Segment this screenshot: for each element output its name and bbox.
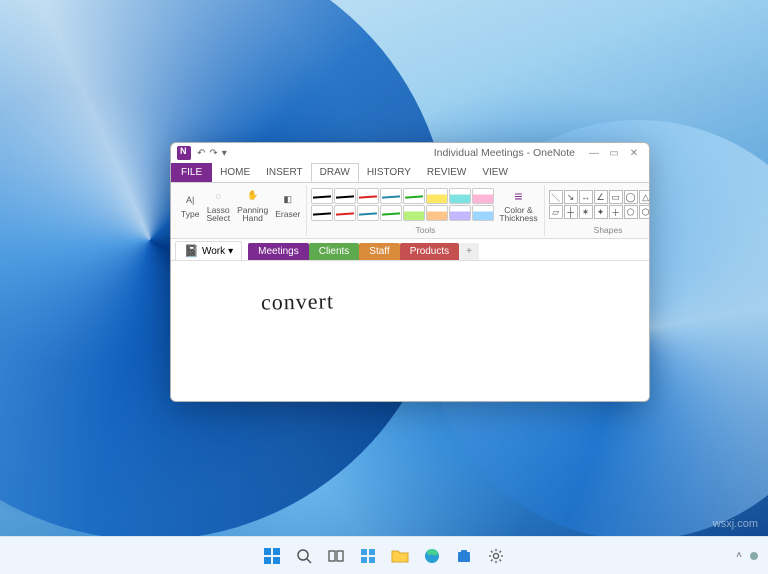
shape-para[interactable]: ▱ bbox=[549, 205, 563, 219]
shapes-label: Shapes bbox=[594, 224, 623, 236]
add-section-button[interactable]: + bbox=[459, 243, 479, 260]
shape-axes2[interactable]: ┼ bbox=[564, 205, 578, 219]
pen-green[interactable] bbox=[403, 188, 425, 204]
shape-rect[interactable]: ▭ bbox=[609, 190, 623, 204]
shape-angle[interactable]: ∠ bbox=[594, 190, 608, 204]
onenote-window: ↶ ↷ ▾ Individual Meetings - OneNote — ▭ … bbox=[170, 142, 650, 402]
note-page[interactable]: convert bbox=[171, 261, 649, 401]
tab-draw[interactable]: DRAW bbox=[311, 163, 359, 182]
tab-insert[interactable]: INSERT bbox=[258, 163, 311, 182]
shape-biarrow[interactable]: ↔ bbox=[579, 190, 593, 204]
system-tray[interactable]: ˄ bbox=[736, 550, 758, 561]
ribbon-tabs: FILE HOME INSERT DRAW HISTORY REVIEW VIE… bbox=[171, 163, 649, 183]
section-tab-meetings[interactable]: Meetings bbox=[248, 243, 309, 260]
highlighter-pink[interactable] bbox=[472, 188, 494, 204]
shape-penta[interactable]: ⬠ bbox=[624, 205, 638, 219]
lasso-icon: ◌ bbox=[209, 187, 227, 205]
search-icon[interactable] bbox=[291, 543, 317, 569]
lasso-select-button[interactable]: ◌ Lasso Select bbox=[204, 186, 232, 224]
store-icon[interactable] bbox=[451, 543, 477, 569]
shape-axes3[interactable]: ✶ bbox=[579, 205, 593, 219]
taskview-icon[interactable] bbox=[323, 543, 349, 569]
file-explorer-icon[interactable] bbox=[387, 543, 413, 569]
settings-icon[interactable] bbox=[483, 543, 509, 569]
pen-blue[interactable] bbox=[380, 188, 402, 204]
pen-black-thick[interactable] bbox=[311, 205, 333, 221]
qat-more-icon[interactable]: ▾ bbox=[222, 148, 227, 159]
tools-label: Tools bbox=[416, 224, 436, 236]
pen-gallery[interactable] bbox=[311, 188, 494, 221]
shape-hex[interactable]: ⬡ bbox=[639, 205, 650, 219]
section-tab-clients[interactable]: Clients bbox=[309, 243, 360, 260]
start-button[interactable] bbox=[259, 543, 285, 569]
notebook-icon: 📓 bbox=[184, 244, 199, 258]
pen-red-thick[interactable] bbox=[334, 205, 356, 221]
shape-arrow[interactable]: ↘ bbox=[564, 190, 578, 204]
pen-green-thick[interactable] bbox=[380, 205, 402, 221]
highlighter-green[interactable] bbox=[403, 205, 425, 221]
notebook-name: Work bbox=[202, 246, 225, 257]
type-icon: A| bbox=[181, 191, 199, 209]
pen-red[interactable] bbox=[357, 188, 379, 204]
watermark: wsxj.com bbox=[713, 518, 758, 530]
shapes-gallery[interactable]: ＼ ↘ ↔ ∠ ▭ ◯ △ ◇ ▱ ┼ ✶ ✦ ＋ ⬠ ⬡ ▾ bbox=[549, 190, 650, 219]
section-tabs: 📓 Work ▾ Meetings Clients Staff Products… bbox=[171, 239, 649, 261]
pen-black-thin[interactable] bbox=[311, 188, 333, 204]
undo-icon[interactable]: ↶ bbox=[197, 148, 205, 159]
pen-black-med[interactable] bbox=[334, 188, 356, 204]
shape-plus[interactable]: ＋ bbox=[609, 205, 623, 219]
section-tab-staff[interactable]: Staff bbox=[359, 243, 399, 260]
shape-tri[interactable]: △ bbox=[639, 190, 650, 204]
taskbar[interactable]: ˄ bbox=[0, 536, 768, 574]
highlighter-blue[interactable] bbox=[472, 205, 494, 221]
hand-icon: ✋ bbox=[244, 187, 262, 205]
tab-history[interactable]: HISTORY bbox=[359, 163, 419, 182]
highlighter-cyan[interactable] bbox=[449, 188, 471, 204]
tab-review[interactable]: REVIEW bbox=[419, 163, 474, 182]
tray-chevron-icon[interactable]: ˄ bbox=[736, 550, 742, 561]
ink-text[interactable]: convert bbox=[261, 288, 334, 315]
type-button[interactable]: A| Type bbox=[179, 190, 201, 220]
eraser-button[interactable]: ◧ Eraser bbox=[273, 190, 302, 220]
section-tab-products[interactable]: Products bbox=[400, 243, 459, 260]
notebook-picker[interactable]: 📓 Work ▾ bbox=[175, 241, 242, 260]
shape-oval[interactable]: ◯ bbox=[624, 190, 638, 204]
tab-file[interactable]: FILE bbox=[171, 163, 212, 182]
tab-home[interactable]: HOME bbox=[212, 163, 258, 182]
titlebar[interactable]: ↶ ↷ ▾ Individual Meetings - OneNote — ▭ … bbox=[171, 143, 649, 163]
panning-hand-button[interactable]: ✋ Panning Hand bbox=[235, 186, 270, 224]
highlighter-purple[interactable] bbox=[449, 205, 471, 221]
color-thickness-icon: ≡ bbox=[509, 187, 527, 205]
pen-blue-thick[interactable] bbox=[357, 205, 379, 221]
eraser-icon: ◧ bbox=[279, 191, 297, 209]
highlighter-orange[interactable] bbox=[426, 205, 448, 221]
window-title: Individual Meetings - OneNote bbox=[233, 147, 579, 159]
chevron-down-icon: ▾ bbox=[228, 246, 233, 257]
close-button[interactable]: ✕ bbox=[625, 148, 643, 159]
quick-access-toolbar[interactable]: ↶ ↷ ▾ bbox=[197, 148, 227, 159]
tab-view[interactable]: VIEW bbox=[474, 163, 516, 182]
shape-line[interactable]: ＼ bbox=[549, 190, 563, 204]
ribbon: A| Type ◌ Lasso Select ✋ Panning Hand ◧ … bbox=[171, 183, 649, 239]
widgets-icon[interactable] bbox=[355, 543, 381, 569]
edge-icon[interactable] bbox=[419, 543, 445, 569]
redo-icon[interactable]: ↷ bbox=[209, 148, 217, 159]
shape-star[interactable]: ✦ bbox=[594, 205, 608, 219]
onenote-icon bbox=[177, 146, 191, 160]
maximize-button[interactable]: ▭ bbox=[605, 148, 623, 159]
highlighter-yellow[interactable] bbox=[426, 188, 448, 204]
color-thickness-button[interactable]: ≡ Color & Thickness bbox=[497, 186, 539, 224]
minimize-button[interactable]: — bbox=[585, 148, 603, 159]
tray-network-icon[interactable] bbox=[750, 552, 758, 560]
